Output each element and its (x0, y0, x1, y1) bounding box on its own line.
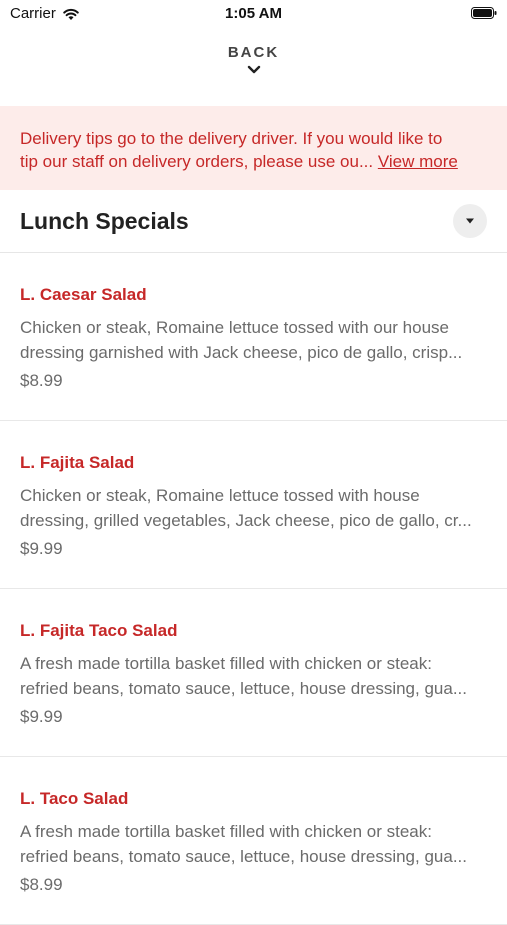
item-description: A fresh made tortilla basket filled with… (20, 651, 487, 701)
item-description: Chicken or steak, Romaine lettuce tossed… (20, 483, 487, 533)
item-description-line-1: A fresh made tortilla basket filled with… (20, 822, 432, 841)
menu-item[interactable]: L. Fajita Taco Salad A fresh made tortil… (0, 589, 507, 757)
item-price: $8.99 (20, 371, 63, 390)
item-name: L. Fajita Salad (20, 453, 135, 472)
back-label: BACK (227, 44, 280, 61)
section-header: Lunch Specials (0, 190, 507, 253)
caret-down-icon (466, 218, 474, 224)
item-description-line-2: refried beans, tomato sauce, lettuce, ho… (20, 679, 467, 698)
item-price: $9.99 (20, 539, 63, 558)
battery-icon (471, 7, 497, 19)
item-description: A fresh made tortilla basket filled with… (20, 819, 487, 869)
item-name: L. Taco Salad (20, 789, 129, 808)
view-more-link[interactable]: View more (378, 152, 458, 171)
item-name: L. Caesar Salad (20, 285, 147, 304)
menu-item[interactable]: L. Caesar Salad Chicken or steak, Romain… (0, 253, 507, 421)
item-price: $8.99 (20, 875, 63, 894)
item-name: L. Fajita Taco Salad (20, 621, 178, 640)
section-dropdown-button[interactable] (453, 204, 487, 238)
banner-text: Delivery tips go to the delivery driver.… (20, 127, 507, 173)
back-button[interactable]: BACK (0, 44, 507, 75)
banner-line-2: tip our staff on delivery orders, please… (20, 152, 374, 171)
banner-line-1: Delivery tips go to the delivery driver.… (20, 129, 443, 148)
section-title: Lunch Specials (20, 208, 189, 234)
item-description: Chicken or steak, Romaine lettuce tossed… (20, 315, 487, 365)
delivery-tips-banner: Delivery tips go to the delivery driver.… (0, 106, 507, 190)
item-description-line-2: refried beans, tomato sauce, lettuce, ho… (20, 847, 467, 866)
chevron-down-icon (247, 65, 260, 74)
status-time: 1:05 AM (225, 5, 282, 22)
menu-list: L. Caesar Salad Chicken or steak, Romain… (0, 253, 507, 925)
item-price: $9.99 (20, 707, 63, 726)
item-description-line-2: dressing, grilled vegetables, Jack chees… (20, 511, 472, 530)
item-description-line-1: Chicken or steak, Romaine lettuce tossed… (20, 318, 450, 337)
banner-line-2-wrap: tip our staff on delivery orders, please… (20, 150, 507, 173)
item-description-line-1: A fresh made tortilla basket filled with… (20, 654, 432, 673)
menu-item[interactable]: L. Fajita Salad Chicken or steak, Romain… (0, 421, 507, 589)
item-description-line-2: dressing garnished with Jack cheese, pic… (20, 343, 463, 362)
item-description-line-1: Chicken or steak, Romaine lettuce tossed… (20, 486, 420, 505)
status-bar: Carrier 1:05 AM (0, 0, 507, 28)
